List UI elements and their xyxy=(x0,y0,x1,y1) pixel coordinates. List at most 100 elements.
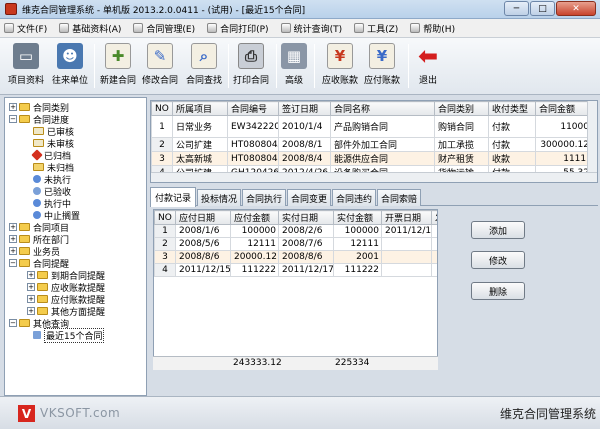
tree-item-approved[interactable]: 已审核 xyxy=(33,125,74,138)
vertical-scrollbar[interactable] xyxy=(587,101,597,174)
column-header[interactable]: 所属项目 xyxy=(172,101,228,116)
new-document-icon: ✚ xyxy=(105,43,131,69)
expand-icon[interactable]: + xyxy=(9,223,17,231)
expand-icon[interactable]: + xyxy=(27,283,35,291)
folder-icon xyxy=(37,271,48,279)
tree-item-suspended[interactable]: 中止搁置 xyxy=(33,209,80,222)
tree-item-payable-reminder[interactable]: + 应付账款提醒 xyxy=(27,293,105,306)
table-row[interactable]: 4 2011/12/15 111222 2011/12/17 111222 xyxy=(154,263,437,277)
column-header[interactable]: 发票 xyxy=(431,210,437,225)
tree-node-department[interactable]: + 所在部门 xyxy=(9,233,69,246)
tree-item-unarchived[interactable]: 未归档 xyxy=(33,161,74,174)
column-header[interactable]: 签订日期 xyxy=(278,101,331,116)
product-name: 维克合同管理系统 xyxy=(500,407,597,421)
tab-breach[interactable]: 合同违约 xyxy=(332,189,376,206)
menu-file[interactable]: 文件(F) xyxy=(4,22,47,35)
tree-node-contract-progress[interactable]: − 合同进度 xyxy=(9,113,69,126)
add-button[interactable]: 添加 xyxy=(471,221,525,239)
collapse-icon[interactable]: − xyxy=(9,259,17,267)
unapproved-icon xyxy=(33,139,44,147)
tree-item-other-reminder[interactable]: + 其他方面提醒 xyxy=(27,305,105,318)
menu-contract-print[interactable]: 合同打印(P) xyxy=(207,22,269,35)
new-contract-button[interactable]: ✚ 新建合同 xyxy=(98,41,138,91)
expand-icon[interactable]: + xyxy=(27,307,35,315)
statistics-menu-icon xyxy=(280,23,291,33)
column-header[interactable]: 合同名称 xyxy=(330,101,435,116)
tools-menu-icon xyxy=(354,23,365,33)
table-row[interactable]: 2 公司扩建 HT080804A1 2008/8/1 部件外加工合同 加工承揽 … xyxy=(151,137,592,152)
tree-item-archived[interactable]: 已归档 xyxy=(31,149,71,162)
expand-icon[interactable]: + xyxy=(9,235,17,243)
tree-item-recent-contracts[interactable]: 最近15个合同 xyxy=(33,327,105,343)
maximize-button[interactable]: □ xyxy=(530,1,555,16)
payables-button[interactable]: ¥ 应付账款 xyxy=(362,41,402,91)
tree-item-accepted[interactable]: 已验收 xyxy=(33,185,71,198)
contracts-table: NO 所属项目 合同编号 签订日期 合同名称 合同类别 收付类型 合同金额 1 … xyxy=(151,101,592,180)
column-header[interactable]: 应付日期 xyxy=(175,210,231,225)
menu-tools[interactable]: 工具(Z) xyxy=(354,22,398,35)
folder-icon xyxy=(19,319,30,327)
column-header[interactable]: 合同编号 xyxy=(227,101,279,116)
table-row[interactable]: 3 太高新城 HT080804B 2008/8/4 能源供应合同 财产租赁 收款… xyxy=(151,151,592,166)
table-row[interactable]: 3 2008/8/6 20000.12 2008/8/6 2001 xyxy=(154,250,437,264)
column-header[interactable]: NO xyxy=(154,210,176,225)
menu-contract-management[interactable]: 合同管理(E) xyxy=(133,22,195,35)
table-row[interactable]: 1 日常业务 EW34222090 2010/1/4 产品购销合同 购销合同 付… xyxy=(151,115,592,138)
tab-payment-records[interactable]: 付款记录 xyxy=(150,187,196,207)
tab-bidding[interactable]: 投标情况 xyxy=(197,189,241,206)
edit-button[interactable]: 修改 xyxy=(471,251,525,269)
expand-icon[interactable]: + xyxy=(9,103,17,111)
tree-item-in-progress[interactable]: 执行中 xyxy=(33,197,71,210)
tab-execution[interactable]: 合同执行 xyxy=(242,189,286,206)
tree-item-not-executed[interactable]: 未执行 xyxy=(33,173,71,186)
column-header[interactable]: 应付金额 xyxy=(230,210,279,225)
expand-icon[interactable]: + xyxy=(27,271,35,279)
tab-claims[interactable]: 合同索赔 xyxy=(377,189,421,206)
minimize-button[interactable]: ─ xyxy=(504,1,529,16)
menu-bar: 文件(F) 基础资料(A) 合同管理(E) 合同打印(P) 统计查询(T) 工具… xyxy=(0,19,600,38)
search-icon: ⌕ xyxy=(191,43,217,69)
collapse-icon[interactable]: − xyxy=(9,115,17,123)
archived-icon xyxy=(31,149,43,161)
horizontal-scrollbar[interactable] xyxy=(151,172,597,182)
vksoft-logo: V xyxy=(18,405,35,422)
table-row[interactable]: 1 2008/1/6 100000 2008/2/6 100000 2011/1… xyxy=(154,224,437,238)
advanced-button[interactable]: ▦ 高级 xyxy=(280,41,308,91)
printer-icon: ⎙ xyxy=(238,43,264,69)
tree-node-contract-category[interactable]: + 合同类别 xyxy=(9,101,69,114)
column-header[interactable]: 合同金额 xyxy=(535,101,592,116)
collapse-icon[interactable]: − xyxy=(9,319,17,327)
find-contract-button[interactable]: ⌕ 合同查找 xyxy=(184,41,224,91)
unarchived-icon xyxy=(33,163,44,171)
menu-basic-data[interactable]: 基础资料(A) xyxy=(59,22,121,35)
tree-node-salesperson[interactable]: + 业务员 xyxy=(9,245,60,258)
print-contract-button[interactable]: ⎙ 打印合同 xyxy=(231,41,271,91)
expand-icon[interactable]: + xyxy=(9,247,17,255)
column-header[interactable]: 实付日期 xyxy=(278,210,334,225)
project-data-button[interactable]: ▭ 项目资料 xyxy=(6,41,46,91)
expand-icon[interactable]: + xyxy=(27,295,35,303)
edit-contract-button[interactable]: ✎ 修改合同 xyxy=(140,41,180,91)
tree-item-receivable-reminder[interactable]: + 应收账款提醒 xyxy=(27,281,105,294)
table-row[interactable]: 2 2008/5/6 12111 2008/7/6 12111 xyxy=(154,237,437,251)
contract-menu-icon xyxy=(133,23,144,33)
tree-item-expiring-reminder[interactable]: + 到期合同提醒 xyxy=(27,269,105,282)
partners-button[interactable]: ☻ 往来单位 xyxy=(50,41,90,91)
column-header[interactable]: 合同类别 xyxy=(434,101,489,116)
receivables-button[interactable]: ¥ 应收账款 xyxy=(320,41,360,91)
close-button[interactable]: ✕ xyxy=(556,1,596,16)
column-header[interactable]: 收付类型 xyxy=(488,101,536,116)
tree-node-contract-reminder[interactable]: − 合同提醒 xyxy=(9,257,69,270)
menu-help[interactable]: 帮助(H) xyxy=(410,22,455,35)
column-header[interactable]: 开票日期 xyxy=(381,210,432,225)
delete-button[interactable]: 删除 xyxy=(471,282,525,300)
title-bar[interactable]: 维克合同管理系统 - 单机版 2013.2.0.0411 - (试用) - [最… xyxy=(0,0,600,19)
tree-node-contract-project[interactable]: + 合同项目 xyxy=(9,221,69,234)
menu-statistics[interactable]: 统计查询(T) xyxy=(280,22,342,35)
tree-item-unapproved[interactable]: 未审核 xyxy=(33,137,74,150)
exit-button[interactable]: ⬅ 退出 xyxy=(414,41,442,91)
column-header[interactable]: NO xyxy=(151,101,173,116)
tab-changes[interactable]: 合同变更 xyxy=(287,189,331,206)
column-header[interactable]: 实付金额 xyxy=(333,210,382,225)
suspended-icon xyxy=(33,211,41,219)
